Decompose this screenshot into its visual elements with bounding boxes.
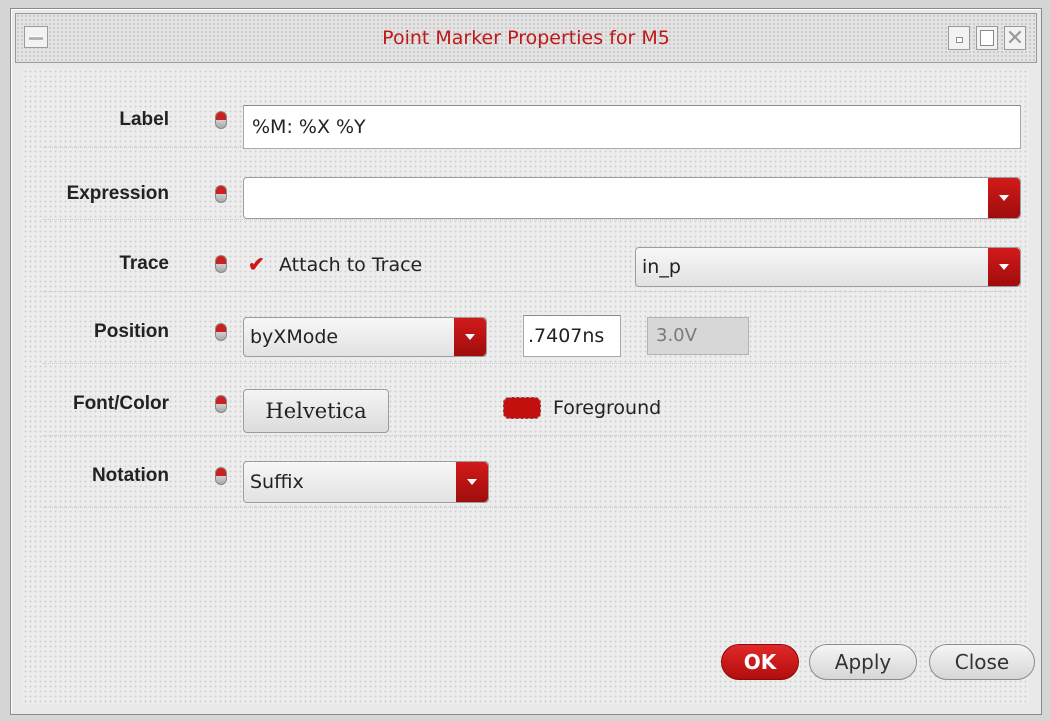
trace-spinner-icon[interactable]	[215, 255, 227, 273]
apply-button[interactable]: Apply	[809, 644, 917, 680]
position-mode-value: byXMode	[250, 326, 339, 348]
notation-row: Notation Suffix	[43, 435, 1009, 508]
trace-select-value: in_p	[642, 256, 681, 278]
notation-select[interactable]: Suffix	[243, 461, 489, 503]
form-area: Label %M: %X %Y Expression Trace ✔ Attac…	[23, 69, 1035, 704]
font-button[interactable]: Helvetica	[243, 389, 389, 433]
expression-field-label: Expression	[66, 183, 169, 204]
title-bar[interactable]: Point Marker Properties for M5 ✕	[15, 13, 1037, 63]
font-color-field-label: Font/Color	[72, 393, 169, 414]
trace-field-label: Trace	[119, 253, 169, 274]
position-spinner-icon[interactable]	[215, 323, 227, 341]
expression-combo[interactable]	[243, 177, 1021, 219]
expression-spinner-icon[interactable]	[215, 185, 227, 203]
label-row: Label %M: %X %Y	[43, 75, 1021, 149]
checkmark-icon[interactable]: ✔	[248, 252, 265, 277]
x-value-input[interactable]: .7407ns	[523, 315, 621, 357]
properties-dialog: Point Marker Properties for M5 ✕ Label %…	[10, 8, 1042, 715]
trace-row: Trace ✔ Attach to Trace in_p	[43, 219, 1021, 292]
chevron-down-icon[interactable]	[454, 318, 486, 356]
window-title: Point Marker Properties for M5	[382, 27, 670, 49]
color-swatch[interactable]	[503, 397, 541, 419]
close-window-icon[interactable]: ✕	[1004, 26, 1026, 50]
foreground-label[interactable]: Foreground	[553, 397, 661, 419]
chevron-down-icon[interactable]	[988, 248, 1020, 286]
chevron-down-icon[interactable]	[988, 178, 1020, 218]
maximize-icon[interactable]	[976, 26, 998, 50]
minimize-icon[interactable]	[948, 26, 970, 50]
attach-to-trace-label[interactable]: Attach to Trace	[279, 254, 422, 276]
chevron-down-icon[interactable]	[456, 462, 488, 502]
notation-field-label: Notation	[91, 465, 169, 486]
label-input[interactable]: %M: %X %Y	[243, 105, 1021, 149]
position-mode-select[interactable]: byXMode	[243, 317, 487, 357]
font-color-spinner-icon[interactable]	[215, 395, 227, 413]
notation-select-value: Suffix	[250, 471, 304, 493]
trace-select[interactable]: in_p	[635, 247, 1021, 287]
position-field-label: Position	[94, 321, 169, 342]
font-color-row: Font/Color Helvetica Foreground	[43, 363, 1009, 436]
ok-button[interactable]: OK	[721, 644, 799, 680]
label-spinner-icon[interactable]	[215, 111, 227, 129]
position-row: Position byXMode .7407ns 3.0V	[43, 291, 1009, 364]
notation-spinner-icon[interactable]	[215, 467, 227, 485]
label-field-label: Label	[119, 109, 169, 130]
y-value-display: 3.0V	[647, 317, 749, 355]
close-button[interactable]: Close	[929, 644, 1035, 680]
expression-row: Expression	[43, 147, 1021, 220]
